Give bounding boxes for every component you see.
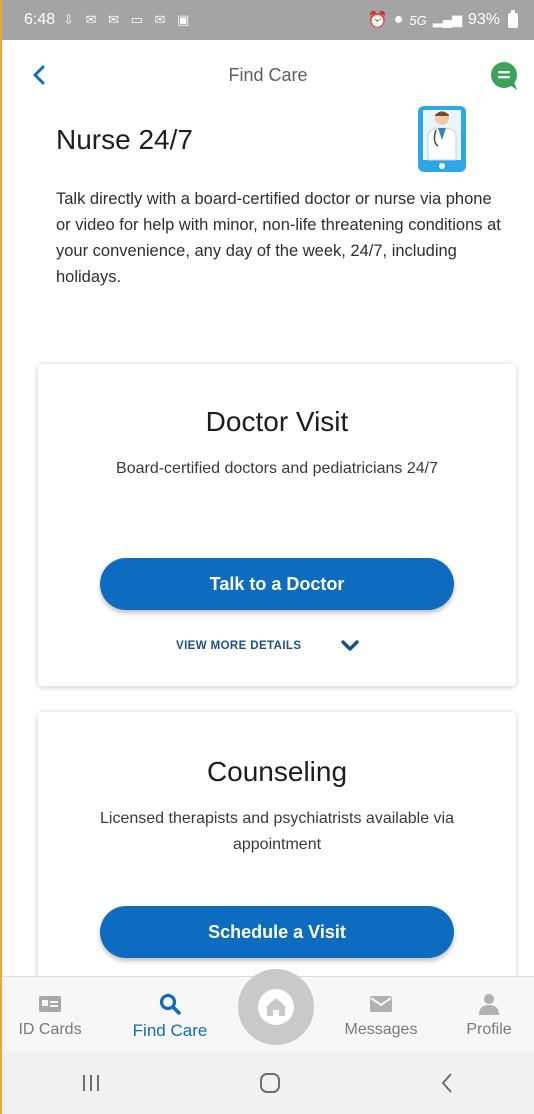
intro-description: Talk directly with a board-certified doc… (56, 190, 501, 286)
talk-to-doctor-button[interactable]: Talk to a Doctor (100, 558, 454, 610)
bottom-navigation: ID Cards Find Care Messages Profile (2, 969, 534, 1053)
status-right: ⏰ ● 5G ▂▄▆ 93% (367, 9, 518, 30)
back-icon[interactable] (439, 1072, 455, 1094)
home-icon (258, 989, 294, 1025)
chevron-left-icon (33, 65, 45, 85)
chevron-down-icon (341, 640, 360, 651)
status-left: 6:48 ⇩ ✉ ✉ ▭ ✉ ▣ (24, 11, 193, 29)
card-title: Counseling (206, 756, 348, 787)
search-icon (159, 993, 181, 1015)
nav-label: ID Cards (18, 1021, 82, 1038)
card-title: Doctor Visit (205, 406, 349, 437)
view-more-details-link[interactable]: VIEW MORE DETAILS (176, 640, 360, 652)
view-more-details-label: VIEW MORE DETAILS (176, 640, 302, 652)
status-time: 6:48 (24, 11, 56, 28)
nav-label: Find Care (132, 1021, 208, 1040)
chat-bubble-icon (491, 62, 517, 90)
doctor-visit-card: Doctor Visit Board-certified doctors and… (38, 364, 516, 686)
system-navigation-bar (2, 1052, 534, 1114)
location-icon: ● (393, 11, 404, 28)
card-description: Licensed therapists and psychiatrists av… (100, 810, 454, 853)
id-card-icon (39, 993, 61, 1015)
counseling-card: Counseling Licensed therapists and psych… (38, 712, 516, 1002)
app-header: Find Care (2, 40, 534, 110)
chat-button[interactable] (488, 60, 520, 92)
envelope-icon (370, 993, 392, 1015)
nav-label: Messages (344, 1021, 418, 1038)
signal-icon: ▂▄▆ (432, 12, 462, 27)
home-button[interactable] (238, 969, 314, 1045)
alarm-icon: ⏰ (367, 12, 388, 29)
battery-icon (508, 9, 518, 28)
home-button-icon[interactable] (259, 1072, 281, 1094)
nav-profile[interactable]: Profile (454, 977, 524, 1053)
recent-apps-icon[interactable] (81, 1073, 101, 1093)
notification-icons: ⇩ ✉ ✉ ▭ ✉ ▣ (63, 12, 194, 27)
nav-label: Profile (466, 1021, 512, 1038)
card-description: Board-certified doctors and pediatrician… (116, 460, 438, 477)
header-title: Find Care (228, 64, 308, 85)
schedule-visit-button[interactable]: Schedule a Visit (100, 906, 454, 958)
status-bar: 6:48 ⇩ ✉ ✉ ▭ ✉ ▣ ⏰ ● 5G ▂▄▆ 93% (2, 0, 534, 40)
battery-level: 93% (467, 11, 500, 28)
page-title: Nurse 24/7 (56, 124, 193, 155)
nav-find-care[interactable]: Find Care (122, 977, 218, 1053)
back-button[interactable] (24, 60, 54, 90)
person-icon (478, 993, 500, 1015)
nav-messages[interactable]: Messages (336, 977, 426, 1053)
network-label: 5G (409, 12, 427, 28)
doctor-phone-icon (418, 106, 466, 172)
nav-id-cards[interactable]: ID Cards (16, 977, 84, 1053)
